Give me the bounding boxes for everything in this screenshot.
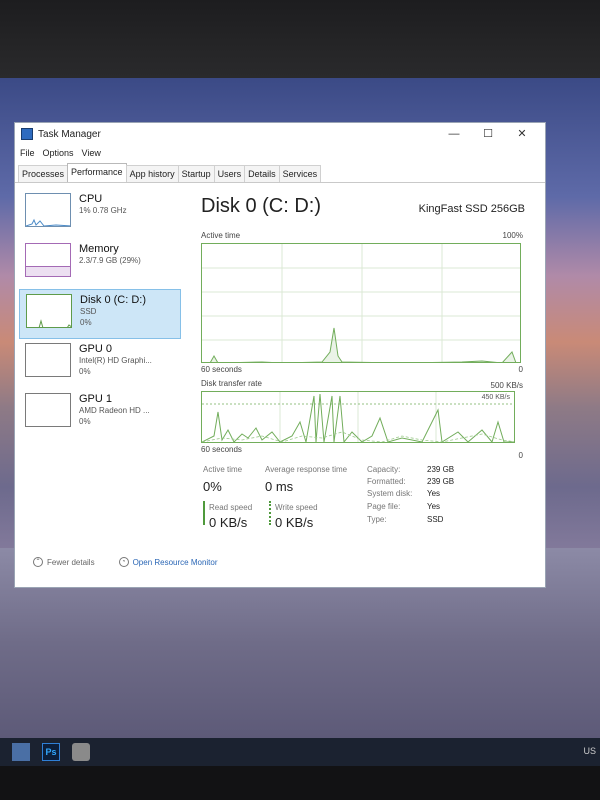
active-time-max-label: 100%	[502, 231, 523, 240]
minimize-button[interactable]: —	[437, 126, 471, 142]
active-time-stat-label: Active time	[203, 465, 243, 474]
device-sub: 2.3/7.9 GB (29%)	[79, 256, 141, 265]
disk-thumbnail-graph	[26, 294, 72, 328]
transfer-rate-duration-label: 60 seconds	[201, 445, 242, 454]
photoshop-label: Ps	[45, 747, 57, 757]
write-speed-label: Write speed	[275, 503, 318, 512]
device-sub: Intel(R) HD Graphi...	[79, 356, 152, 365]
open-resource-monitor-label: Open Resource Monitor	[132, 557, 218, 567]
maximize-button[interactable]: ☐	[471, 126, 505, 142]
formatted-label: Formatted:	[367, 477, 406, 486]
write-speed-value: 0 KB/s	[275, 515, 314, 530]
active-time-graph-label: Active time	[201, 231, 241, 240]
task-manager-window: Task Manager — ☐ ✕ File Options View Pro…	[14, 122, 546, 588]
tab-services[interactable]: Services	[278, 165, 322, 182]
footer: ⌃ Fewer details ◔ Open Resource Monitor	[33, 557, 218, 567]
cpu-thumbnail-graph	[25, 193, 71, 227]
device-usage: 0%	[79, 417, 91, 426]
menu-view[interactable]: View	[82, 148, 101, 158]
open-resource-monitor-link[interactable]: ◔ Open Resource Monitor	[118, 557, 218, 567]
app-icon[interactable]	[72, 743, 90, 761]
page-file-label: Page file:	[367, 502, 401, 511]
title-bar[interactable]: Task Manager — ☐ ✕	[15, 123, 545, 145]
monitor-bezel-top	[0, 0, 600, 78]
device-name: CPU	[79, 193, 103, 205]
device-name: Disk 0 (C: D:)	[80, 294, 146, 306]
photoshop-icon[interactable]: Ps	[42, 743, 60, 761]
transfer-rate-graph-label: Disk transfer rate	[201, 379, 262, 388]
gpu0-thumbnail-graph	[25, 343, 71, 377]
system-disk-value: Yes	[427, 489, 441, 498]
menu-file[interactable]: File	[20, 148, 35, 158]
tab-processes[interactable]: Processes	[18, 165, 69, 182]
tab-details[interactable]: Details	[244, 165, 280, 182]
task-manager-icon	[21, 128, 33, 140]
device-item-disk0[interactable]: Disk 0 (C: D:) SSD 0%	[19, 289, 181, 339]
transfer-rate-graph: 450 KB/s	[201, 391, 515, 443]
transfer-rate-reference-label: 450 KB/s	[481, 394, 510, 401]
close-button[interactable]: ✕	[505, 126, 539, 142]
active-time-graph	[201, 243, 521, 363]
tab-bar: Processes Performance App history Startu…	[15, 163, 545, 183]
file-explorer-icon[interactable]	[12, 743, 30, 761]
read-speed-value: 0 KB/s	[209, 515, 248, 530]
active-time-min-label: 0	[518, 365, 523, 374]
transfer-rate-max-label: 500 KB/s	[490, 381, 523, 390]
tab-performance[interactable]: Performance	[67, 163, 127, 182]
device-name: Memory	[79, 243, 119, 255]
formatted-value: 239 GB	[427, 477, 455, 486]
transfer-rate-min-label: 0	[518, 451, 523, 460]
device-list: CPU 1% 0.78 GHz Memory 2.3/7.9 GB (29%)	[19, 189, 181, 439]
menu-bar: File Options View	[15, 145, 545, 161]
resource-monitor-icon: ◔	[118, 557, 129, 567]
read-speed-legend-line	[203, 501, 205, 525]
tray-language[interactable]: US	[583, 746, 596, 756]
active-time-stat-value: 0%	[203, 479, 222, 494]
menu-options[interactable]: Options	[43, 148, 74, 158]
fewer-details-link[interactable]: ⌃ Fewer details	[33, 557, 95, 567]
type-value: SSD	[427, 515, 444, 524]
device-sub: AMD Radeon HD ...	[79, 406, 150, 415]
system-disk-label: System disk:	[367, 489, 413, 498]
device-item-gpu1[interactable]: GPU 1 AMD Radeon HD ... 0%	[19, 389, 181, 439]
active-time-duration-label: 60 seconds	[201, 365, 242, 374]
taskbar: Ps US	[0, 738, 600, 766]
chevron-up-icon: ⌃	[33, 557, 43, 567]
device-name: GPU 1	[79, 393, 113, 405]
capacity-value: 239 GB	[427, 465, 455, 474]
device-sub: 1% 0.78 GHz	[79, 206, 127, 215]
disk-model: KingFast SSD 256GB	[418, 203, 525, 215]
read-speed-label: Read speed	[209, 503, 253, 512]
monitor-bezel-bottom	[0, 766, 600, 800]
tab-startup[interactable]: Startup	[177, 165, 215, 182]
performance-content: CPU 1% 0.78 GHz Memory 2.3/7.9 GB (29%)	[15, 183, 545, 587]
avg-response-value: 0 ms	[265, 479, 294, 494]
page-file-value: Yes	[427, 502, 441, 511]
device-item-cpu[interactable]: CPU 1% 0.78 GHz	[19, 189, 181, 239]
tab-app-history[interactable]: App history	[125, 165, 179, 182]
device-usage: 0%	[79, 367, 91, 376]
gpu1-thumbnail-graph	[25, 393, 71, 427]
window-title: Task Manager	[38, 128, 101, 140]
fewer-details-label: Fewer details	[47, 557, 95, 567]
window-controls: — ☐ ✕	[437, 126, 539, 142]
disk-detail-panel: Disk 0 (C: D:) KingFast SSD 256GB Active…	[201, 195, 537, 460]
device-item-memory[interactable]: Memory 2.3/7.9 GB (29%)	[19, 239, 181, 289]
device-name: GPU 0	[79, 343, 113, 355]
device-usage: 0%	[80, 318, 92, 327]
device-sub: SSD	[80, 307, 97, 316]
tab-users[interactable]: Users	[213, 165, 246, 182]
device-item-gpu0[interactable]: GPU 0 Intel(R) HD Graphi... 0%	[19, 339, 181, 389]
avg-response-label: Average response time	[265, 465, 348, 474]
memory-thumbnail-graph	[25, 243, 71, 277]
type-label: Type:	[367, 515, 387, 524]
write-speed-legend-line	[269, 501, 271, 525]
capacity-label: Capacity:	[367, 465, 401, 474]
